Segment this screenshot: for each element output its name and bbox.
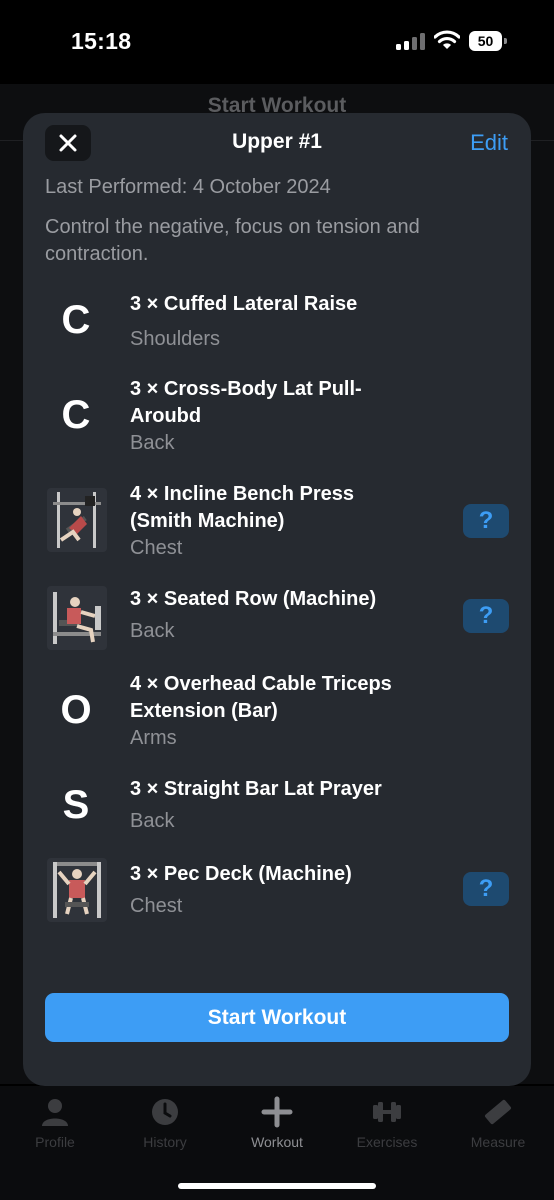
- plus-icon: [261, 1096, 293, 1128]
- exercise-row[interactable]: C 3 × Cuffed Lateral Raise Shoulders: [45, 288, 515, 358]
- exercise-name: 3 × Cross-Body Lat Pull-Aroubd: [130, 378, 362, 427]
- exercise-help-button[interactable]: ?: [463, 504, 509, 538]
- exercise-row[interactable]: S 3 × Straight Bar Lat Prayer Back: [45, 773, 515, 843]
- ruler-icon: [485, 1099, 511, 1125]
- exercise-name: 4 × Incline Bench Press (Smith Machine): [130, 483, 354, 532]
- exercise-name: 3 × Seated Row (Machine): [130, 588, 377, 610]
- exercise-muscle: Arms: [130, 727, 177, 749]
- exercise-row[interactable]: 3 × Pec Deck (Machine) Chest ?: [45, 858, 515, 928]
- seated-row-illustration: [47, 586, 107, 650]
- battery-level: 50: [469, 31, 502, 51]
- tab-measure[interactable]: Measure: [448, 1086, 548, 1156]
- home-indicator: [178, 1183, 376, 1189]
- workout-template-sheet: Upper #1 Edit Last Performed: 4 October …: [23, 113, 531, 1086]
- exercise-row[interactable]: O 4 × Overhead Cable Triceps Extension (…: [45, 668, 515, 754]
- clock-icon: [152, 1099, 178, 1125]
- exercise-letter-avatar: S: [62, 783, 90, 827]
- exercise-muscle: Chest: [130, 537, 183, 559]
- exercise-help-button[interactable]: ?: [463, 599, 509, 633]
- exercise-row[interactable]: C 3 × Cross-Body Lat Pull-Aroubd Back: [45, 373, 515, 459]
- status-bar: 15:18 50: [0, 0, 554, 84]
- tab-label: Exercises: [356, 1134, 418, 1150]
- status-time: 15:18: [71, 28, 132, 54]
- workout-notes: Control the negative, focus on tension a…: [45, 216, 420, 265]
- exercise-help-button[interactable]: ?: [463, 872, 509, 906]
- exercise-name: 3 × Pec Deck (Machine): [130, 863, 352, 885]
- person-icon: [42, 1099, 68, 1126]
- tab-label: Workout: [251, 1134, 303, 1150]
- pec-deck-illustration: [47, 858, 107, 922]
- tab-profile[interactable]: Profile: [5, 1086, 105, 1156]
- battery-icon: 50: [469, 31, 507, 51]
- dumbbell-icon: [373, 1102, 401, 1122]
- sheet-title: Upper #1: [232, 130, 322, 153]
- incline-bench-press-illustration: [47, 488, 107, 552]
- exercise-row[interactable]: 3 × Seated Row (Machine) Back ?: [45, 583, 515, 653]
- tab-exercises[interactable]: Exercises: [337, 1086, 437, 1156]
- last-performed: Last Performed: 4 October 2024: [45, 176, 331, 198]
- exercise-muscle: Back: [130, 810, 175, 832]
- exercise-muscle: Back: [130, 432, 175, 454]
- exercise-letter-avatar: O: [60, 688, 92, 732]
- tab-label: Profile: [35, 1134, 75, 1150]
- wifi-icon: [434, 30, 460, 49]
- exercise-name: 3 × Straight Bar Lat Prayer: [130, 778, 382, 800]
- edit-button[interactable]: Edit: [470, 130, 508, 156]
- tab-label: Measure: [470, 1134, 526, 1150]
- tab-workout[interactable]: Workout: [227, 1086, 327, 1156]
- start-workout-button[interactable]: Start Workout: [45, 993, 509, 1042]
- tab-history[interactable]: History: [115, 1086, 215, 1156]
- exercise-muscle: Back: [130, 620, 175, 642]
- cellular-signal-icon: [396, 33, 426, 50]
- exercise-letter-avatar: C: [61, 298, 91, 342]
- exercise-muscle: Chest: [130, 895, 183, 917]
- exercise-letter-avatar: C: [61, 393, 91, 437]
- tab-label: History: [143, 1134, 187, 1150]
- exercise-name: 3 × Cuffed Lateral Raise: [130, 293, 358, 315]
- exercise-name: 4 × Overhead Cable Triceps Extension (Ba…: [130, 673, 392, 722]
- exercise-row[interactable]: 4 × Incline Bench Press (Smith Machine) …: [45, 478, 515, 564]
- exercise-muscle: Shoulders: [130, 328, 221, 350]
